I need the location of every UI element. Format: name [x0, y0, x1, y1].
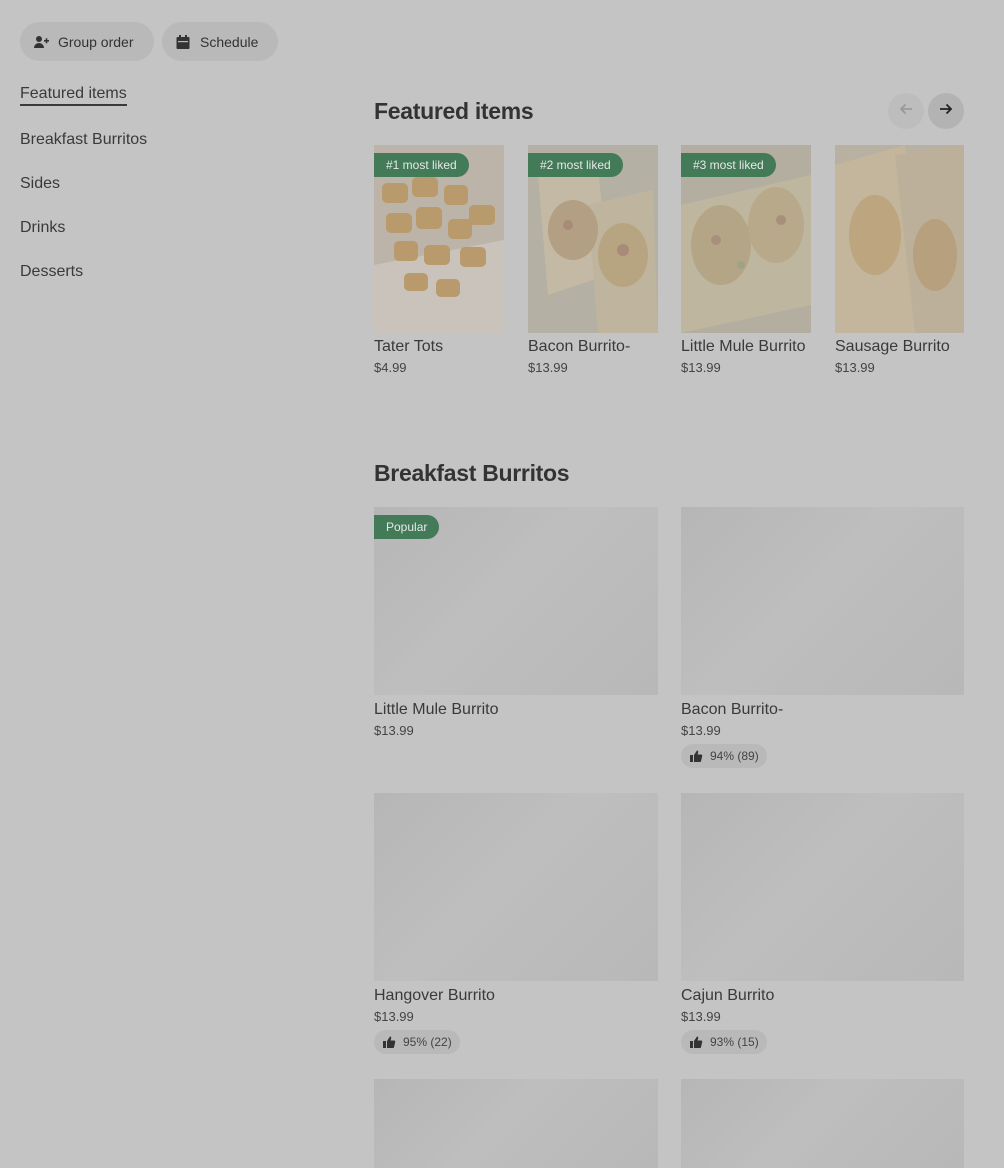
item-name: Sausage Burrito: [835, 338, 950, 355]
item-image-placeholder: Popular: [374, 507, 658, 695]
popular-badge: Popular: [374, 515, 440, 539]
rating-badge: 93% (15): [681, 1030, 767, 1054]
thumbs-up-icon: [689, 1035, 703, 1049]
item-name: Little Mule Burrito: [374, 701, 499, 718]
item-price: $13.99: [374, 723, 414, 738]
most-liked-badge: #2 most liked: [528, 153, 623, 177]
item-image-placeholder: [681, 793, 964, 981]
bacon-burrito-image: #2 most liked: [528, 145, 658, 333]
most-liked-badge: #1 most liked: [374, 153, 469, 177]
most-liked-badge: #3 most liked: [681, 153, 776, 177]
sausage-burrito-image: [835, 145, 964, 333]
item-name: Little Mule Burrito: [681, 338, 806, 355]
rating-badge: 94% (89): [681, 744, 767, 768]
menu-card-little-mule-burrito[interactable]: Popular Little Mule Burrito $13.99: [374, 507, 658, 738]
rating-badge: 95% (22): [374, 1030, 460, 1054]
item-price: $13.99: [835, 360, 875, 375]
item-name: Cajun Burrito: [681, 987, 775, 1004]
featured-card-tater-tots[interactable]: #1 most liked Tater Tots $4.99: [374, 145, 504, 375]
arrow-left-icon: [898, 101, 914, 122]
featured-card-bacon-burrito[interactable]: #2 most liked Bacon Burrito- $13.99: [528, 145, 658, 375]
item-price: $13.99: [681, 723, 721, 738]
item-name: Tater Tots: [374, 338, 444, 355]
group-order-label: Group order: [58, 33, 134, 50]
schedule-button[interactable]: Schedule: [162, 22, 278, 61]
item-image-placeholder: [374, 793, 658, 981]
item-price: $13.99: [374, 1009, 414, 1024]
item-name: Bacon Burrito-: [681, 701, 784, 718]
rating-text: 94% (89): [710, 749, 759, 763]
sidebar-item-breakfast-burritos[interactable]: Breakfast Burritos: [20, 131, 147, 149]
rating-text: 93% (15): [710, 1035, 759, 1049]
menu-card-bacon-burrito[interactable]: Bacon Burrito- $13.99 94% (89): [681, 507, 964, 768]
featured-card-sausage-burrito[interactable]: Sausage Burrito $13.99: [835, 145, 964, 375]
menu-card-partial[interactable]: [374, 1079, 658, 1168]
item-name: Hangover Burrito: [374, 987, 495, 1004]
thumbs-up-icon: [382, 1035, 396, 1049]
group-order-button[interactable]: Group order: [20, 22, 154, 61]
item-name: Bacon Burrito-: [528, 338, 631, 355]
carousel-next-button[interactable]: [928, 93, 964, 129]
breakfast-burritos-heading: Breakfast Burritos: [374, 460, 570, 486]
add-person-icon: [32, 33, 50, 51]
item-price: $13.99: [528, 360, 568, 375]
item-price: $4.99: [374, 360, 407, 375]
little-mule-burrito-image: #3 most liked: [681, 145, 811, 333]
menu-card-cajun-burrito[interactable]: Cajun Burrito $13.99 93% (15): [681, 793, 964, 1054]
calendar-icon: [174, 33, 192, 51]
rating-text: 95% (22): [403, 1035, 452, 1049]
sidebar-item-drinks[interactable]: Drinks: [20, 219, 65, 237]
schedule-label: Schedule: [200, 33, 259, 50]
menu-card-hangover-burrito[interactable]: Hangover Burrito $13.99 95% (22): [374, 793, 658, 1054]
item-image-placeholder: [374, 1079, 658, 1168]
item-image-placeholder: [681, 507, 964, 695]
menu-card-partial[interactable]: [681, 1079, 964, 1168]
item-price: $13.99: [681, 360, 721, 375]
item-image-placeholder: [681, 1079, 964, 1168]
tater-tots-image: #1 most liked: [374, 145, 504, 333]
item-price: $13.99: [681, 1009, 721, 1024]
featured-card-little-mule-burrito[interactable]: #3 most liked Little Mule Burrito $13.99: [681, 145, 811, 375]
thumbs-up-icon: [689, 749, 703, 763]
carousel-prev-button[interactable]: [888, 93, 924, 129]
arrow-right-icon: [938, 101, 954, 122]
sidebar-item-featured-items[interactable]: Featured items: [20, 85, 127, 106]
sidebar-item-sides[interactable]: Sides: [20, 175, 60, 193]
sidebar-item-desserts[interactable]: Desserts: [20, 263, 83, 281]
featured-items-heading: Featured items: [374, 98, 534, 124]
